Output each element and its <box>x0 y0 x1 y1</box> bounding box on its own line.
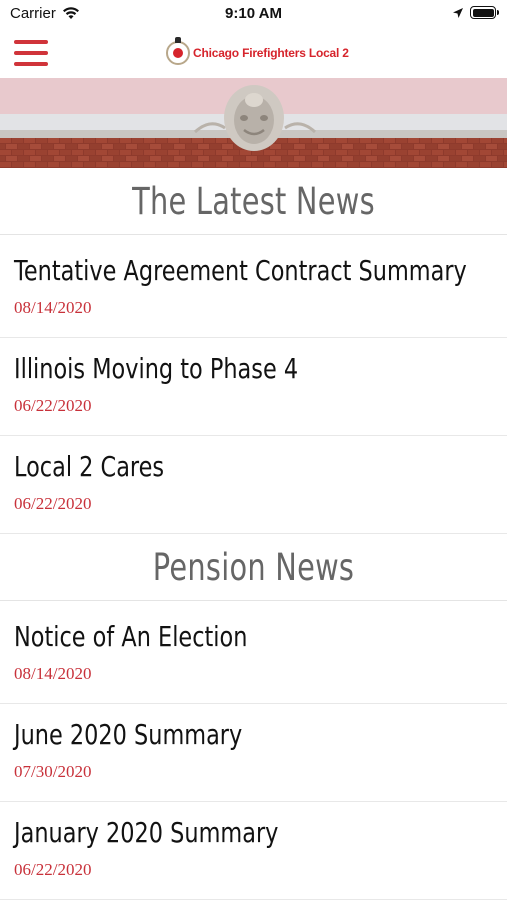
hero-banner-image <box>0 78 507 168</box>
section-title: The Latest News <box>132 180 375 223</box>
pension-item[interactable]: June 2020 Summary 07/30/2020 <box>0 704 507 802</box>
union-logo: Chicago Firefighters Local 2 <box>166 37 349 68</box>
pension-item-title: Notice of An Election <box>14 620 248 653</box>
pension-item-title: January 2020 Summary <box>14 816 279 849</box>
logo-text: Chicago Firefighters Local 2 <box>193 46 349 60</box>
news-item[interactable]: Tentative Agreement Contract Summary 08/… <box>0 240 507 338</box>
battery-icon <box>470 6 499 19</box>
status-bar: Carrier 9:10 AM <box>0 0 507 28</box>
news-item-date: 08/14/2020 <box>14 298 92 317</box>
latest-news-header: The Latest News <box>0 168 507 235</box>
news-item-date: 06/22/2020 <box>14 494 92 513</box>
pension-item-date: 08/14/2020 <box>14 664 92 683</box>
pension-news-header: Pension News <box>0 534 507 601</box>
location-arrow-icon <box>453 8 463 18</box>
pension-item[interactable]: Notice of An Election 08/14/2020 <box>0 606 507 704</box>
pension-item-date: 07/30/2020 <box>14 762 92 781</box>
news-item[interactable]: Local 2 Cares 06/22/2020 <box>0 436 507 534</box>
news-item-title: Local 2 Cares <box>14 450 165 483</box>
pension-item-title: June 2020 Summary <box>14 718 243 751</box>
clock: 9:10 AM <box>225 5 282 22</box>
news-item[interactable]: Illinois Moving to Phase 4 06/22/2020 <box>0 338 507 436</box>
nav-bar: Chicago Firefighters Local 2 <box>0 28 507 78</box>
pension-item-date: 06/22/2020 <box>14 860 92 879</box>
hamburger-menu-icon[interactable] <box>14 40 48 66</box>
news-item-date: 06/22/2020 <box>14 396 92 415</box>
firefighter-emblem-icon <box>166 37 190 65</box>
section-title: Pension News <box>152 546 355 589</box>
pension-item[interactable]: January 2020 Summary 06/22/2020 <box>0 802 507 900</box>
news-item-title: Illinois Moving to Phase 4 <box>14 352 299 385</box>
news-item-title: Tentative Agreement Contract Summary <box>14 254 467 287</box>
